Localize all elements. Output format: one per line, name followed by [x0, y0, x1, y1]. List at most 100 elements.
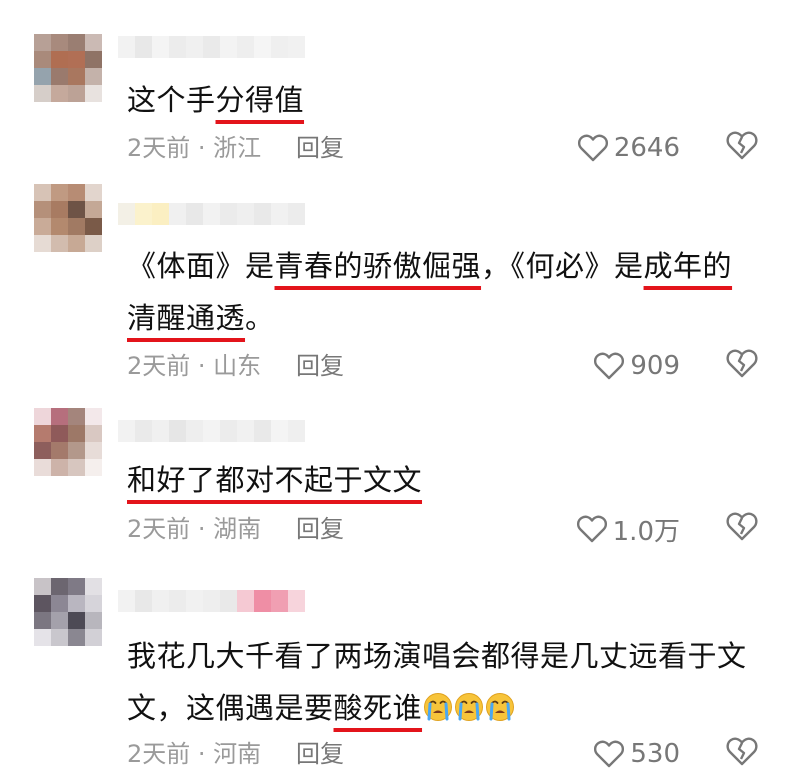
- broken-heart-icon[interactable]: [726, 349, 758, 379]
- comment-time: 2天前: [127, 352, 191, 380]
- broken-heart-icon[interactable]: [726, 512, 758, 542]
- avatar-pixel: [34, 578, 51, 595]
- username-pixel: [271, 590, 288, 612]
- avatar-pixel: [51, 442, 68, 459]
- avatar[interactable]: [34, 578, 102, 646]
- comment-text: 和好了都对不起于文文: [127, 454, 760, 506]
- avatar-pixel: [51, 425, 68, 442]
- highlighted-text: 青春的骄傲倔强: [274, 249, 482, 283]
- username-pixel: [220, 203, 237, 225]
- avatar[interactable]: [34, 408, 102, 476]
- like-count: 909: [630, 351, 680, 381]
- username-pixel: [254, 590, 271, 612]
- avatar-pixel: [51, 235, 68, 252]
- avatar-pixel: [68, 459, 85, 476]
- avatar-pixel: [34, 408, 51, 425]
- like-button[interactable]: 530: [594, 737, 680, 771]
- broken-heart-icon[interactable]: [726, 737, 758, 767]
- username-pixel: [220, 420, 237, 442]
- username-pixel: [271, 36, 288, 58]
- avatar-pixel: [51, 578, 68, 595]
- avatar-pixel: [51, 459, 68, 476]
- username-pixel: [169, 203, 186, 225]
- avatar-pixel: [51, 218, 68, 235]
- avatar-pixel: [51, 612, 68, 629]
- username-pixel: [203, 36, 220, 58]
- username-pixel: [169, 590, 186, 612]
- avatar-pixel: [34, 51, 51, 68]
- avatar-pixel: [85, 201, 102, 218]
- comment-text: 这个手分得值: [127, 74, 760, 126]
- username-pixel: [135, 203, 152, 225]
- avatar-pixel: [68, 184, 85, 201]
- username-pixel: [186, 420, 203, 442]
- username-pixel: [288, 590, 305, 612]
- like-count: 530: [630, 739, 680, 769]
- avatar-pixel: [68, 68, 85, 85]
- reply-button[interactable]: 回复: [296, 349, 344, 383]
- avatar-pixel: [34, 218, 51, 235]
- username-pixelated[interactable]: [118, 590, 305, 612]
- like-count: 1.0万: [612, 516, 680, 547]
- avatar-pixel: [34, 201, 51, 218]
- highlighted-text: 和好了都对不起于文文: [127, 463, 423, 497]
- username-pixel: [118, 590, 135, 612]
- like-button[interactable]: 2646: [577, 131, 680, 165]
- highlighted-text: 清醒通透: [127, 301, 246, 335]
- comment-meta: 2天前 · 湖南: [127, 515, 262, 543]
- avatar-pixel: [68, 408, 85, 425]
- avatar-pixel: [34, 34, 51, 51]
- avatar-pixel: [34, 68, 51, 85]
- like-button[interactable]: 1.0万: [576, 512, 680, 547]
- avatar-pixel: [85, 612, 102, 629]
- username-pixel: [271, 203, 288, 225]
- broken-heart-icon[interactable]: [726, 131, 758, 161]
- avatar-pixel: [68, 612, 85, 629]
- username-pixelated[interactable]: [118, 420, 305, 442]
- avatar-pixel: [51, 34, 68, 51]
- username-pixel: [135, 590, 152, 612]
- avatar-pixel: [34, 85, 51, 102]
- comment-meta: 2天前 · 山东: [127, 352, 262, 380]
- comment-text-segment: 。: [245, 301, 275, 335]
- username-pixel: [254, 36, 271, 58]
- reply-button[interactable]: 回复: [296, 737, 344, 771]
- username-pixel: [220, 36, 237, 58]
- comment-location: 浙江: [213, 134, 262, 162]
- avatar-pixel: [51, 51, 68, 68]
- avatar-pixel: [68, 442, 85, 459]
- avatar-pixel: [85, 578, 102, 595]
- comment-meta: 2天前 · 河南: [127, 740, 262, 768]
- avatar-pixel: [34, 442, 51, 459]
- username-pixelated[interactable]: [118, 203, 305, 225]
- username-pixel: [288, 420, 305, 442]
- avatar[interactable]: [34, 184, 102, 252]
- username-pixel: [118, 203, 135, 225]
- avatar-pixel: [85, 595, 102, 612]
- username-pixel: [237, 590, 254, 612]
- reply-button[interactable]: 回复: [296, 131, 344, 165]
- username-pixel: [203, 590, 220, 612]
- username-pixel: [254, 420, 271, 442]
- username-pixel: [186, 590, 203, 612]
- avatar[interactable]: [34, 34, 102, 102]
- avatar-pixel: [68, 595, 85, 612]
- reply-button[interactable]: 回复: [296, 512, 344, 546]
- username-pixel: [288, 203, 305, 225]
- comment-location: 河南: [213, 740, 262, 768]
- username-pixel: [118, 36, 135, 58]
- username-pixel: [203, 420, 220, 442]
- avatar-pixel: [68, 201, 85, 218]
- comment-text-segment: 《体面》是: [127, 249, 275, 283]
- like-count: 2646: [613, 133, 680, 163]
- comment-text-segment: 这个手: [127, 83, 216, 117]
- highlighted-text: 分得值: [215, 83, 305, 117]
- heart-outline-icon: [576, 515, 607, 543]
- username-pixel: [186, 203, 203, 225]
- avatar-pixel: [68, 218, 85, 235]
- username-pixelated[interactable]: [118, 36, 305, 58]
- like-button[interactable]: 909: [594, 349, 680, 383]
- avatar-pixel: [85, 459, 102, 476]
- crying-face-emoji-icon: [423, 686, 453, 721]
- username-pixel: [186, 36, 203, 58]
